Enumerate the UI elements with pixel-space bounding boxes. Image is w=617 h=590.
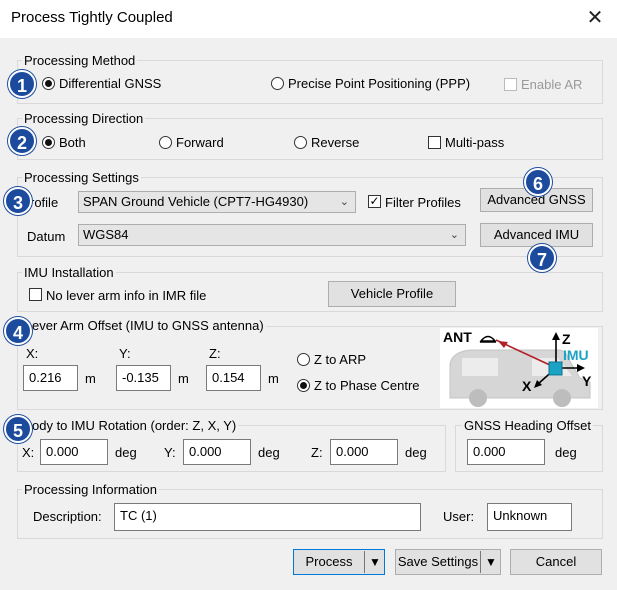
method-differential-gnss-radio[interactable] bbox=[42, 77, 55, 90]
annotation-badge-3: 3 bbox=[4, 187, 32, 215]
rotation-y-field[interactable]: 0.000 bbox=[183, 439, 251, 465]
processing-method-title: Processing Method bbox=[22, 53, 138, 68]
caret-down-icon[interactable]: ▼ bbox=[366, 550, 384, 574]
datum-value: WGS84 bbox=[83, 227, 129, 242]
lever-arm-diagram: ANT Z IMU Y X bbox=[440, 328, 598, 408]
multi-pass-label: Multi-pass bbox=[445, 135, 505, 150]
close-button[interactable]: ✕ bbox=[583, 6, 607, 30]
rotation-z-label: Z: bbox=[311, 445, 323, 460]
advanced-imu-button[interactable]: Advanced IMU bbox=[480, 223, 593, 247]
method-ppp-radio[interactable] bbox=[271, 77, 284, 90]
rotation-title: ody to IMU Rotation (order: Z, X, Y) bbox=[30, 418, 239, 433]
processing-info-title: Processing Information bbox=[22, 482, 159, 497]
processing-direction-title: Processing Direction bbox=[22, 111, 146, 126]
description-label: Description: bbox=[33, 509, 102, 524]
profile-dropdown[interactable]: SPAN Ground Vehicle (CPT7-HG4930) ⌄ bbox=[78, 191, 356, 213]
user-field[interactable]: Unknown bbox=[487, 503, 572, 531]
diagram-imu-label: IMU bbox=[563, 347, 589, 363]
direction-forward-radio[interactable] bbox=[159, 136, 172, 149]
z-to-arp-label: Z to ARP bbox=[314, 352, 367, 367]
rotation-x-label: X: bbox=[22, 445, 35, 460]
datum-dropdown[interactable]: WGS84 ⌄ bbox=[78, 224, 466, 246]
save-settings-button-label: Save Settings bbox=[397, 554, 479, 569]
processing-settings-title: Processing Settings bbox=[22, 170, 141, 185]
chevron-down-icon: ⌄ bbox=[339, 196, 349, 208]
enable-ar-checkbox[interactable] bbox=[504, 78, 517, 91]
vehicle-profile-button[interactable]: Vehicle Profile bbox=[328, 281, 456, 307]
annotation-badge-5: 5 bbox=[4, 415, 32, 443]
lever-x-field[interactable]: 0.216 bbox=[23, 365, 78, 391]
method-ppp-label: Precise Point Positioning (PPP) bbox=[288, 76, 471, 91]
diagram-x-label: X bbox=[522, 378, 532, 394]
diagram-z-label: Z bbox=[562, 331, 571, 347]
method-differential-gnss-label: Differential GNSS bbox=[59, 76, 162, 91]
lever-z-field[interactable]: 0.154 bbox=[206, 365, 261, 391]
user-label: User: bbox=[443, 509, 475, 524]
direction-both-radio[interactable] bbox=[42, 136, 55, 149]
annotation-badge-4: 4 bbox=[4, 317, 32, 345]
direction-reverse-radio[interactable] bbox=[294, 136, 307, 149]
direction-reverse-label: Reverse bbox=[311, 135, 360, 150]
enable-ar-label: Enable AR bbox=[521, 77, 583, 92]
lever-x-unit: m bbox=[85, 371, 96, 386]
profile-label: rofile bbox=[30, 195, 59, 210]
rotation-y-label: Y: bbox=[164, 445, 176, 460]
lever-y-field[interactable]: -0.135 bbox=[116, 365, 171, 391]
save-settings-button[interactable]: Save Settings ▼ bbox=[395, 549, 501, 575]
z-to-phase-centre-radio[interactable] bbox=[297, 379, 310, 392]
lever-y-label: Y: bbox=[119, 346, 131, 361]
profile-value: SPAN Ground Vehicle (CPT7-HG4930) bbox=[83, 194, 309, 209]
lever-arm-title: ever Arm Offset (IMU to GNSS antenna) bbox=[30, 318, 266, 333]
direction-forward-label: Forward bbox=[176, 135, 224, 150]
no-lever-arm-label: No lever arm info in IMR file bbox=[46, 288, 207, 303]
no-lever-arm-checkbox[interactable] bbox=[29, 288, 42, 301]
diagram-ant-label: ANT bbox=[443, 329, 472, 345]
annotation-badge-6: 6 bbox=[524, 168, 552, 196]
lever-z-unit: m bbox=[268, 371, 279, 386]
rotation-y-unit: deg bbox=[258, 445, 280, 460]
rotation-z-field[interactable]: 0.000 bbox=[330, 439, 398, 465]
save-settings-split-divider bbox=[480, 551, 481, 573]
z-to-phase-centre-label: Z to Phase Centre bbox=[314, 378, 420, 393]
filter-profiles-checkbox[interactable]: ✓ bbox=[368, 195, 381, 208]
caret-down-icon[interactable]: ▼ bbox=[482, 550, 500, 574]
cancel-button[interactable]: Cancel bbox=[510, 549, 602, 575]
multi-pass-checkbox[interactable] bbox=[428, 136, 441, 149]
lever-z-label: Z: bbox=[209, 346, 221, 361]
description-field[interactable]: TC (1) bbox=[114, 503, 421, 531]
window-title: Process Tightly Coupled bbox=[11, 9, 173, 26]
heading-offset-field[interactable]: 0.000 bbox=[467, 439, 545, 465]
process-split-divider bbox=[364, 551, 365, 573]
annotation-badge-7: 7 bbox=[528, 244, 556, 272]
annotation-badge-1: 1 bbox=[8, 70, 36, 98]
heading-offset-title: GNSS Heading Offset bbox=[462, 418, 593, 433]
lever-y-unit: m bbox=[178, 371, 189, 386]
datum-label: Datum bbox=[27, 229, 66, 244]
chevron-down-icon: ⌄ bbox=[449, 229, 459, 241]
diagram-y-label: Y bbox=[582, 373, 592, 389]
imu-installation-title: IMU Installation bbox=[22, 265, 116, 280]
heading-offset-unit: deg bbox=[555, 445, 577, 460]
annotation-badge-2: 2 bbox=[8, 127, 36, 155]
lever-x-label: X: bbox=[26, 346, 39, 361]
direction-both-label: Both bbox=[59, 135, 86, 150]
z-to-arp-radio[interactable] bbox=[297, 353, 310, 366]
process-button-label: Process bbox=[305, 554, 353, 569]
rotation-x-field[interactable]: 0.000 bbox=[40, 439, 108, 465]
rotation-x-unit: deg bbox=[115, 445, 137, 460]
filter-profiles-label: Filter Profiles bbox=[385, 195, 461, 210]
rotation-z-unit: deg bbox=[405, 445, 427, 460]
process-button[interactable]: Process ▼ bbox=[293, 549, 385, 575]
